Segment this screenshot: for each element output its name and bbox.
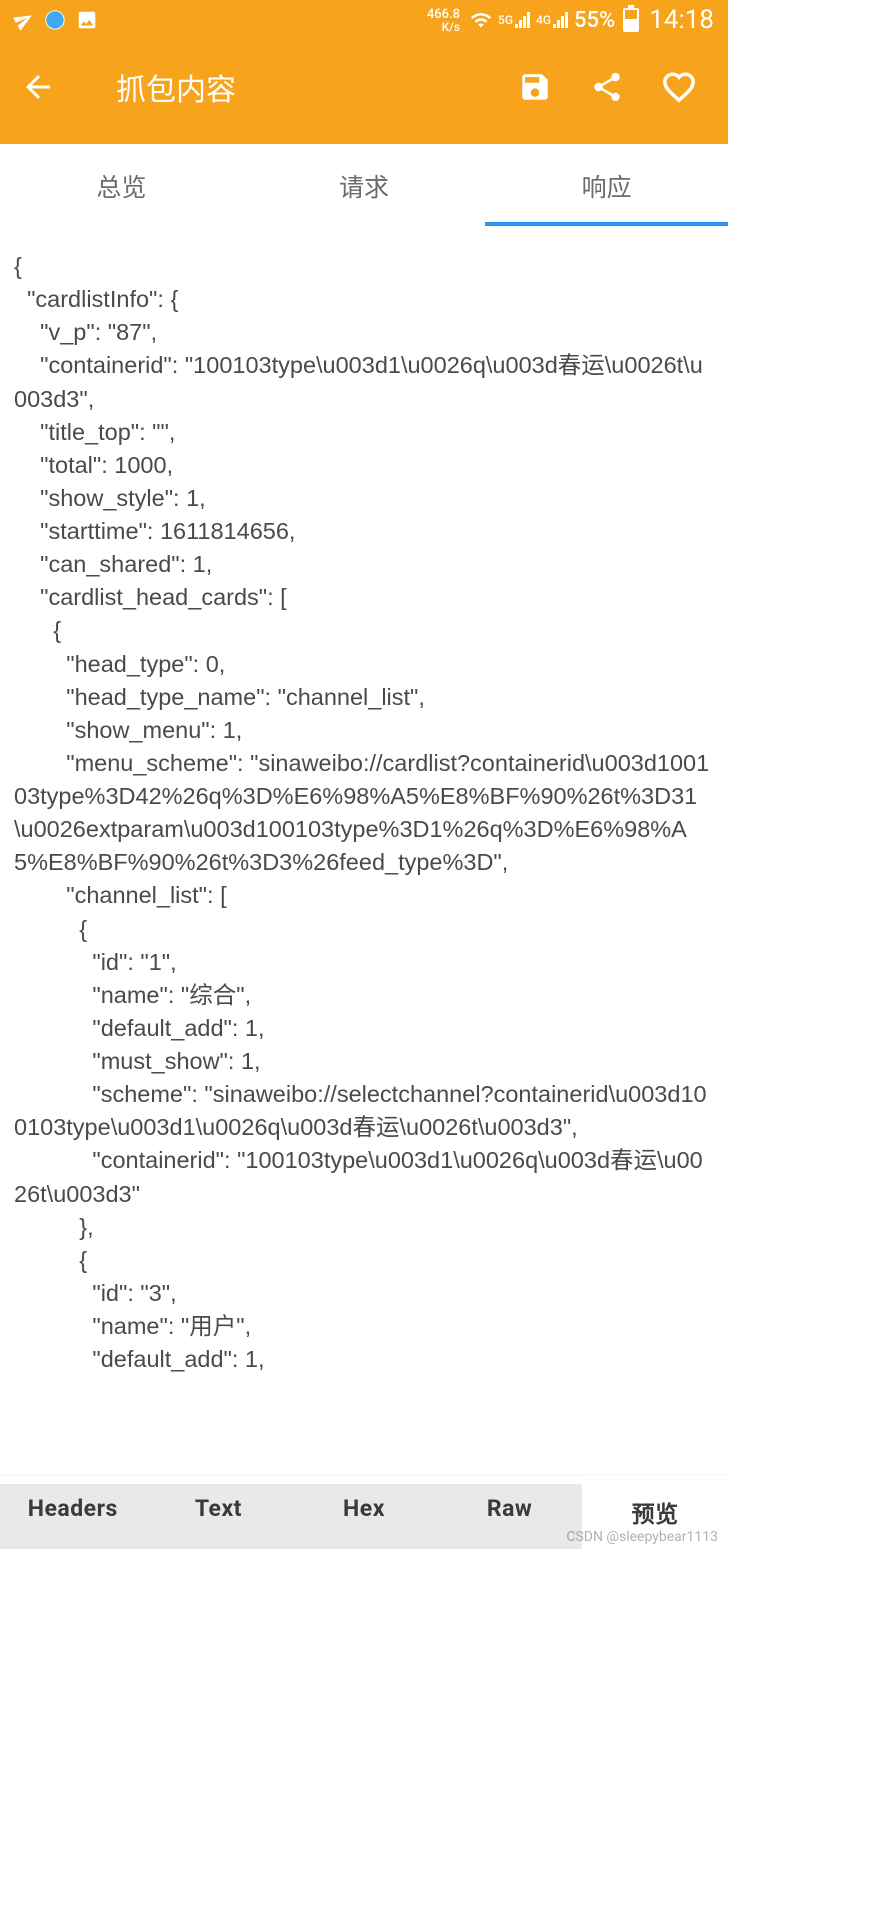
status-right: 466.8 K/s 5G 4G 55% 14:18: [427, 5, 714, 35]
btab-hex[interactable]: Hex: [291, 1475, 437, 1549]
clock: 14:18: [649, 5, 714, 35]
gallery-icon: [76, 9, 98, 31]
btab-raw[interactable]: Raw: [437, 1475, 583, 1549]
status-bar: 466.8 K/s 5G 4G 55% 14:18: [0, 0, 728, 40]
signal-5g: 5G: [498, 12, 530, 28]
watermark: CSDN @sleepybear1113: [566, 1529, 718, 1545]
battery-pct: 55%: [574, 8, 615, 33]
page-title: 抓包内容: [116, 65, 518, 109]
app-icon: [44, 9, 66, 31]
location-icon: [10, 6, 37, 33]
back-icon[interactable]: [20, 69, 56, 105]
wifi-icon: [470, 9, 492, 31]
share-icon[interactable]: [590, 70, 624, 104]
btab-text[interactable]: Text: [146, 1475, 292, 1549]
response-body[interactable]: { "cardlistInfo": { "v_p": "87", "contai…: [0, 226, 728, 1474]
speed-value: 466.8: [427, 8, 460, 21]
signal-4g: 4G: [536, 12, 568, 28]
save-icon[interactable]: [518, 70, 552, 104]
btab-headers[interactable]: Headers: [0, 1475, 146, 1549]
header-actions: [518, 70, 696, 104]
tab-request[interactable]: 请求: [243, 144, 486, 226]
favorite-icon[interactable]: [662, 70, 696, 104]
network-speed: 466.8 K/s: [427, 8, 460, 33]
battery-icon: [623, 8, 639, 32]
speed-unit: K/s: [427, 21, 460, 33]
content-fade: [0, 1460, 728, 1484]
status-left: [14, 9, 98, 31]
app-header: 抓包内容: [0, 40, 728, 144]
tab-response[interactable]: 响应: [485, 144, 728, 226]
tab-overview[interactable]: 总览: [0, 144, 243, 226]
main-tabs: 总览 请求 响应: [0, 144, 728, 226]
